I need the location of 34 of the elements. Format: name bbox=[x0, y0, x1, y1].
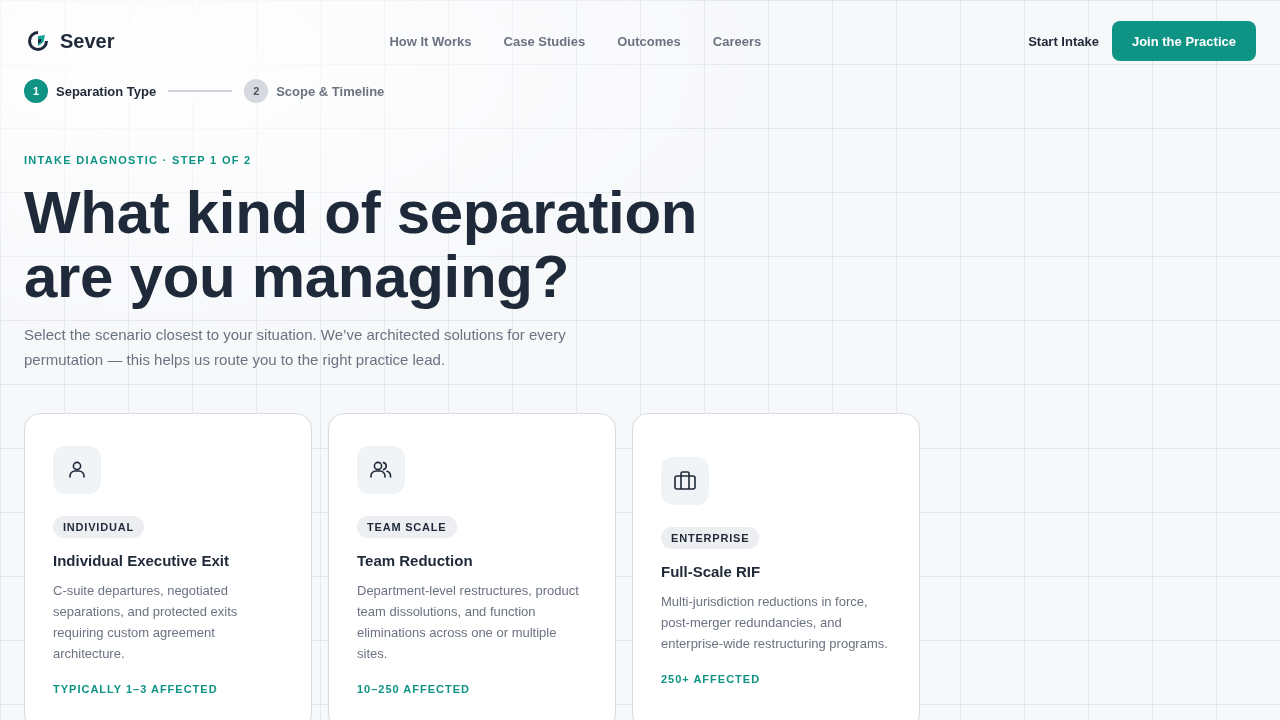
affected-range: 250+ AFFECTED bbox=[661, 671, 761, 687]
step-number: 1 bbox=[24, 79, 48, 103]
nav-link[interactable]: Careers bbox=[712, 33, 762, 49]
affected-range: 10–250 AFFECTED bbox=[357, 682, 471, 697]
briefcase-icon bbox=[661, 456, 709, 505]
page-heading: What kind of separation are you managing? bbox=[24, 181, 699, 309]
option-title: Full-Scale RIF bbox=[661, 561, 761, 582]
option-card[interactable]: ENTERPRISE Full-Scale RIF Multi-jurisdiction reductions in force, post-merger redundancies, and enterprise-wide restructuring programs. 250+ AFFECTED bbox=[632, 413, 920, 720]
person-icon bbox=[53, 446, 101, 494]
logo-icon bbox=[28, 31, 48, 51]
option-card[interactable]: INDIVIDUAL Individual Executive Exit C-suite departures, negotiated separations, and protected exits requiring custom agreement architecture. TYPICALLY 1–3 AFFECTED bbox=[24, 413, 312, 720]
nav-link[interactable]: Outcomes bbox=[617, 33, 681, 49]
intro-text: Select the scenario closest to your situation. We’ve architected solutions for every permutation — this helps us route you to the right practice lead. bbox=[24, 325, 567, 370]
join-practice-button[interactable]: Join the Practice bbox=[1111, 21, 1256, 61]
affected-range: TYPICALLY 1–3 AFFECTED bbox=[53, 682, 218, 697]
brand-name: Sever bbox=[60, 29, 115, 53]
step-connector bbox=[168, 90, 233, 92]
category-tag: TEAM SCALE bbox=[357, 516, 457, 538]
step-label: Scope & Timeline bbox=[276, 83, 385, 99]
eyebrow-text: INTAKE DIAGNOSTIC · STEP 1 OF 2 bbox=[24, 153, 253, 168]
option-description: Multi-jurisdiction reductions in force, post-merger redundancies, and enterprise-wide restructuring programs. bbox=[661, 592, 889, 653]
option-title: Team Reduction bbox=[357, 551, 473, 571]
option-title: Individual Executive Exit bbox=[53, 551, 229, 571]
option-description: Department-level restructures, product team dissolutions, and function eliminations across one or multiple sites. bbox=[357, 582, 580, 663]
option-card[interactable]: TEAM SCALE Team Reduction Department-level restructures, product team dissolutions, and function eliminations across one or multiple sites. 10–250 AFFECTED bbox=[328, 413, 616, 720]
step-label: Separation Type bbox=[56, 83, 157, 99]
option-description: C-suite departures, negotiated separations, and protected exits requiring custom agreement architecture. bbox=[53, 582, 239, 663]
start-intake-link[interactable]: Start Intake bbox=[1028, 33, 1099, 49]
step-number: 2 bbox=[244, 79, 269, 103]
people-icon bbox=[357, 446, 405, 494]
category-tag: INDIVIDUAL bbox=[53, 516, 144, 538]
nav-link[interactable]: How It Works bbox=[389, 33, 472, 49]
category-tag: ENTERPRISE bbox=[661, 526, 760, 549]
nav-link[interactable]: Case Studies bbox=[503, 33, 586, 49]
